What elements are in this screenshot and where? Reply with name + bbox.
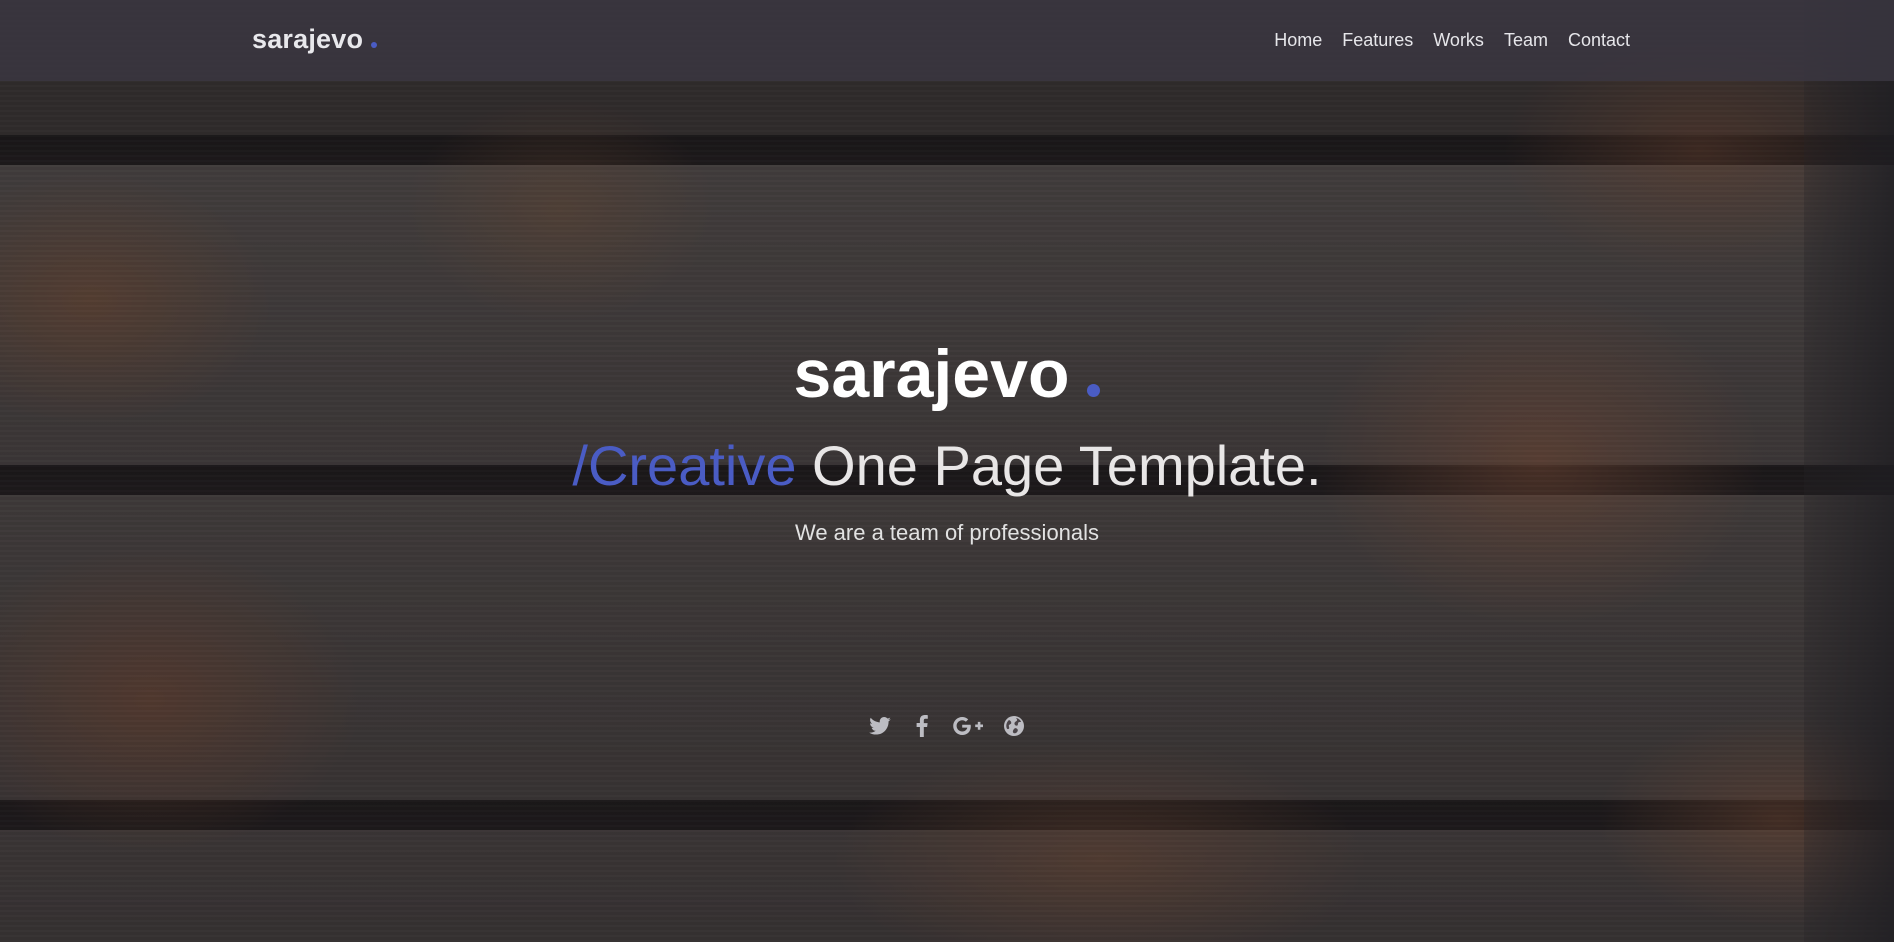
hero-title: sarajevo [0,340,1894,408]
brand-name: sarajevo [252,24,364,54]
hero-accent-dot [1087,384,1101,397]
navbar: sarajevo Home Features Works Team Contac… [0,0,1894,81]
nav-home[interactable]: Home [1274,30,1322,51]
nav-works[interactable]: Works [1433,30,1484,51]
globe-icon[interactable] [1001,713,1027,739]
hero-title-text: sarajevo [793,336,1070,412]
hero-subtitle: We are a team of professionals [794,520,1100,545]
nav-contact[interactable]: Contact [1568,30,1630,51]
social-links [0,713,1894,739]
tagline-rest: One Page Template. [796,434,1322,497]
brand-accent-dot [371,42,378,48]
nav-features[interactable]: Features [1342,30,1413,51]
main-nav: Home Features Works Team Contact [1274,30,1630,51]
hero-tagline: /Creative One Page Template. [0,438,1894,494]
tagline-accent: /Creative [572,434,797,497]
google-plus-icon[interactable] [951,713,985,739]
twitter-icon[interactable] [867,713,893,739]
landing-page: sarajevo Home Features Works Team Contac… [0,0,1894,942]
nav-team[interactable]: Team [1504,30,1548,51]
facebook-icon[interactable] [909,713,935,739]
brand-logo[interactable]: sarajevo [252,24,378,55]
